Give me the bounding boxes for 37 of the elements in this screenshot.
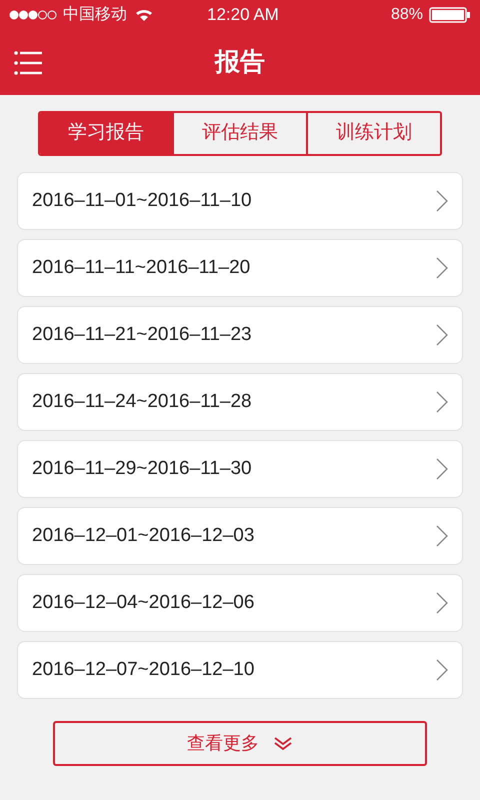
chevron-right-icon (436, 257, 448, 279)
report-row[interactable]: 2016–11–29~2016–11–30 (17, 440, 463, 498)
chevron-right-icon (436, 458, 448, 480)
date-range: 2016–12–01~2016–12–03 (32, 524, 256, 548)
chevron-right-icon (436, 659, 448, 681)
date-range: 2016–11–11~2016–11–20 (32, 256, 252, 280)
report-row[interactable]: 2016–12–04~2016–12–06 (17, 574, 463, 632)
report-row[interactable]: 2016–11–21~2016–11–23 (17, 306, 463, 364)
report-row[interactable]: 2016–11–11~2016–11–20 (17, 239, 463, 297)
chevron-right-icon (436, 190, 448, 212)
chevron-right-icon (436, 525, 448, 547)
clock-time: 12:20 AM (207, 4, 279, 26)
tab[interactable]: 训练计划 (306, 113, 440, 154)
date-range: 2016–11–01~2016–11–10 (32, 188, 253, 213)
page-title: 报告 (215, 46, 265, 78)
date-range: 2016–12–07~2016–12–10 (32, 658, 256, 682)
report-row[interactable]: 2016–11–01~2016–11–10 (17, 172, 463, 230)
menu-icon (14, 50, 44, 76)
carrier-name: 中国移动 (63, 4, 127, 25)
report-row[interactable]: 2016–12–07~2016–12–10 (17, 641, 463, 699)
chevron-right-icon (436, 592, 448, 614)
date-range: 2016–12–04~2016–12–06 (32, 590, 256, 615)
chevron-right-icon (436, 324, 448, 346)
report-row[interactable]: 2016–12–01~2016–12–03 (17, 507, 463, 565)
report-row[interactable]: 2016–11–24~2016–11–28 (17, 373, 463, 431)
signal-icon (9, 10, 57, 20)
wifi-icon (135, 8, 153, 22)
double-chevron-down-icon (273, 736, 293, 750)
date-range: 2016–11–24~2016–11–28 (32, 390, 253, 414)
battery-percent: 88% (390, 5, 423, 25)
battery-icon (429, 7, 471, 23)
date-range: 2016–11–21~2016–11–23 (32, 322, 253, 347)
date-range: 2016–11–29~2016–11–30 (32, 456, 253, 481)
load-more-button[interactable]: 查看更多 (53, 721, 427, 766)
tab[interactable]: 学习报告 (40, 113, 172, 154)
chevron-right-icon (436, 391, 448, 413)
menu-button[interactable] (14, 50, 44, 76)
